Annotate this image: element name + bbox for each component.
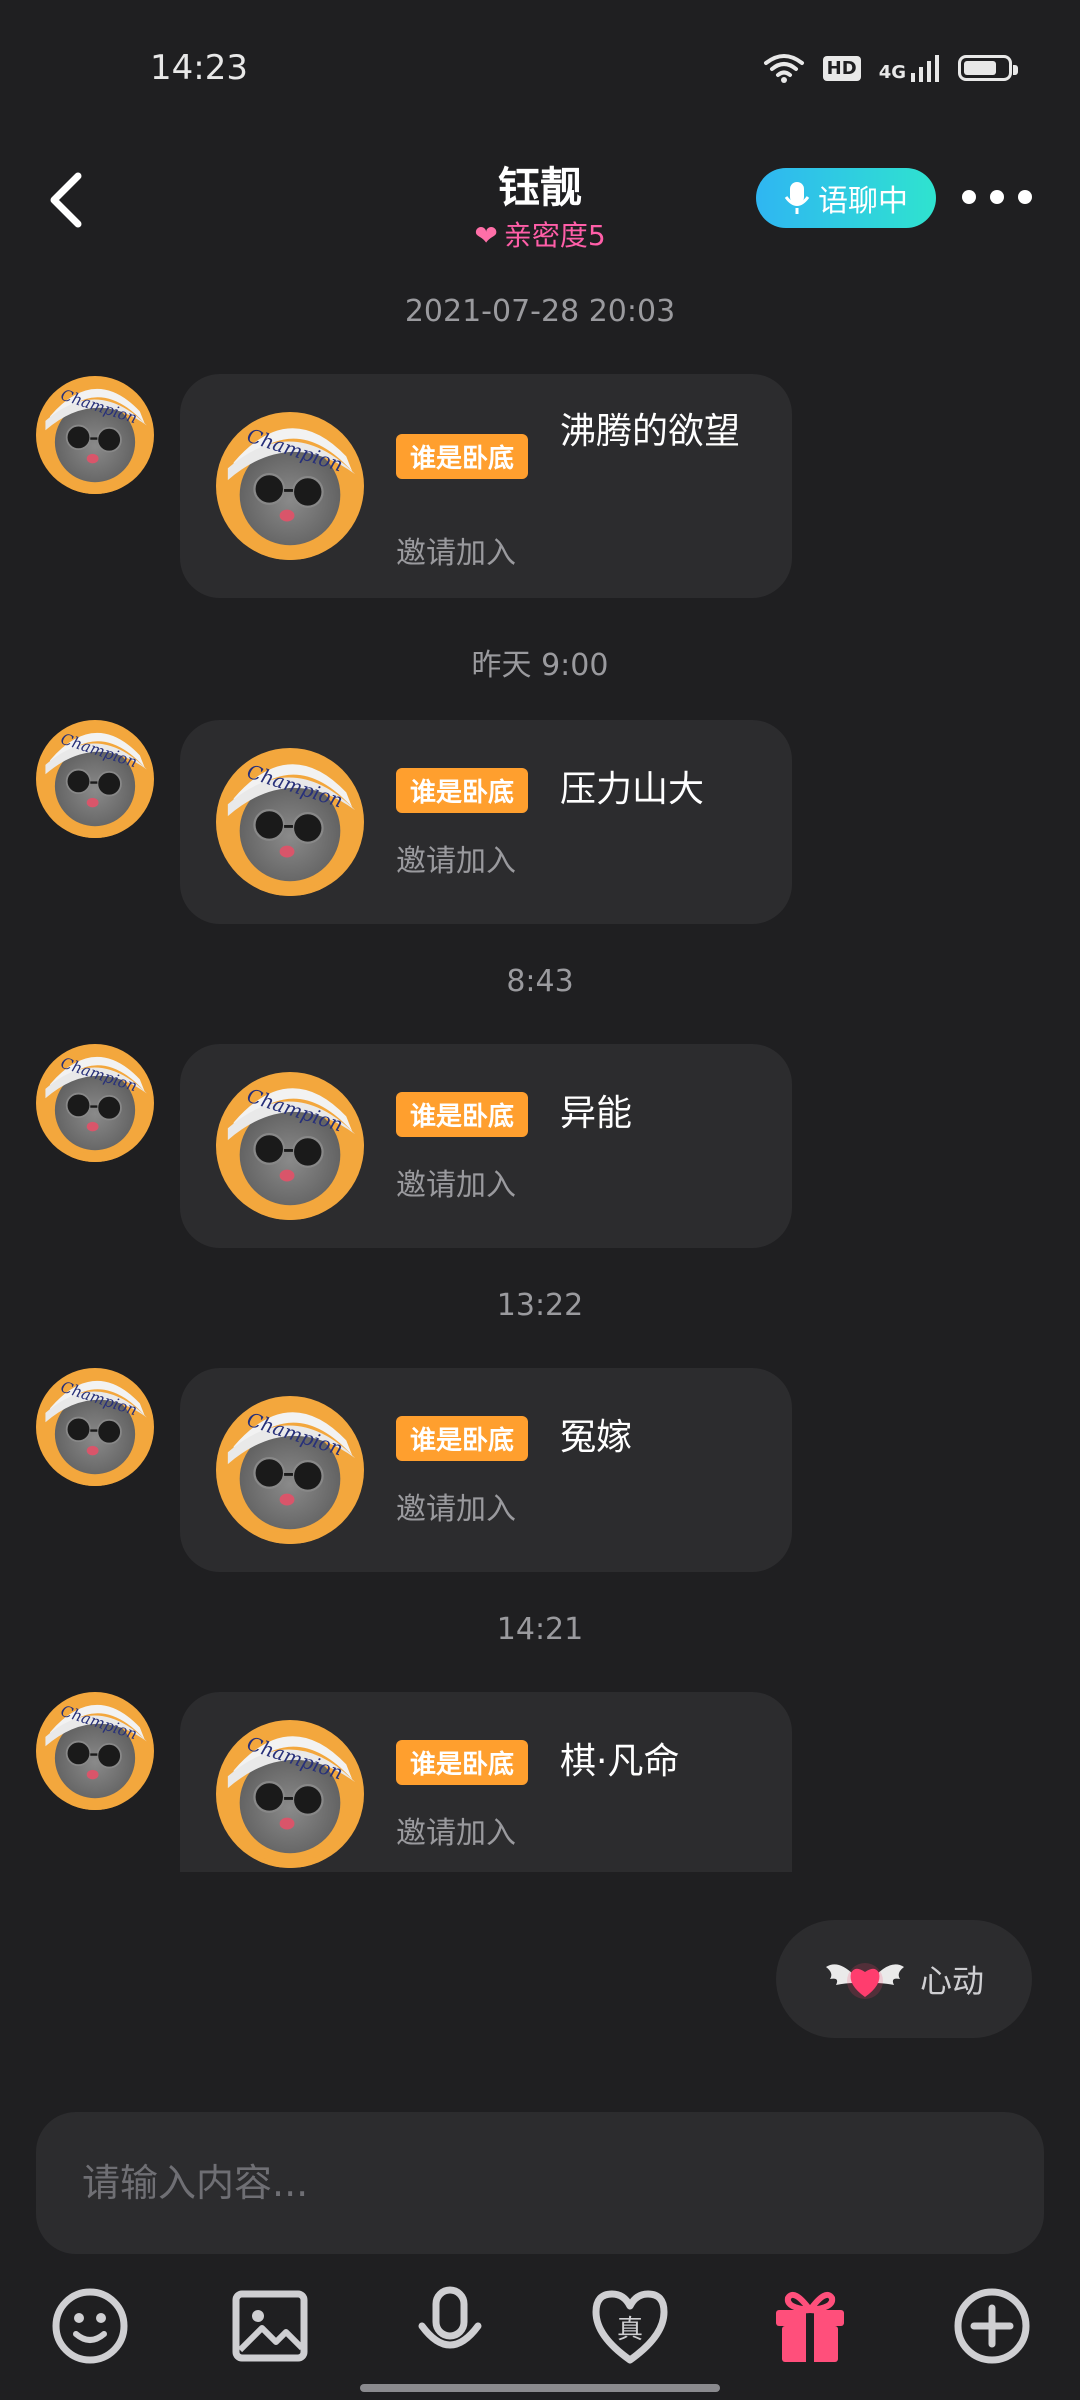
heartbeat-button[interactable]: 心动 (776, 1920, 1032, 2038)
plus-icon[interactable] (950, 2284, 1034, 2368)
more-dot (1018, 190, 1032, 204)
sender-avatar[interactable] (36, 1368, 154, 1486)
game-tag: 谁是卧底 (396, 1092, 529, 1137)
image-icon[interactable] (228, 2284, 312, 2368)
wifi-icon (763, 54, 804, 83)
chat-header: 钰靓 ❤ 亲密度5 语聊中 (0, 140, 1080, 280)
game-invite-card[interactable]: 谁是卧底 异能 邀请加入 (180, 1044, 792, 1248)
card-avatar (216, 748, 364, 896)
more-dot (990, 190, 1004, 204)
game-tag: 谁是卧底 (396, 768, 529, 813)
game-tag: 谁是卧底 (396, 1740, 529, 1785)
game-invite-card[interactable]: 谁是卧底 冤嫁 邀请加入 (180, 1368, 792, 1572)
more-dot (962, 190, 976, 204)
signal-icon: 4G (879, 53, 940, 83)
microphone-icon[interactable] (408, 2284, 492, 2368)
game-invite-card[interactable]: 谁是卧底 压力山大 邀请加入 (180, 720, 792, 924)
invite-text[interactable]: 邀请加入 (396, 836, 516, 880)
voice-chat-button[interactable]: 语聊中 (756, 168, 936, 228)
status-time: 14:23 (150, 48, 248, 88)
heartbeat-label: 心动 (919, 1962, 984, 2000)
hd-badge: HD (822, 55, 861, 81)
room-name: 棋·凡命 (560, 1741, 680, 1782)
emoji-icon[interactable] (48, 2284, 132, 2368)
message-timestamp: 昨天 9:00 (471, 648, 609, 683)
sender-avatar[interactable] (36, 1692, 154, 1810)
room-name: 异能 (560, 1093, 633, 1134)
message-timestamp: 2021-07-28 20:03 (404, 294, 676, 329)
invite-text[interactable]: 邀请加入 (396, 1484, 516, 1528)
microphone-icon (784, 182, 810, 214)
more-options-button[interactable] (962, 180, 1032, 214)
winged-heart-icon (825, 1963, 904, 1999)
status-bar: 14:23 HD 4G (0, 0, 1080, 140)
message-timestamp: 8:43 (506, 964, 574, 999)
room-name: 沸腾的欲望 (560, 411, 741, 452)
sender-avatar[interactable] (36, 376, 154, 494)
bottom-toolbar: 真 (0, 2270, 1080, 2380)
svg-text:真: 真 (617, 2315, 643, 2345)
gift-icon[interactable] (768, 2284, 852, 2368)
game-tag: 谁是卧底 (396, 1416, 529, 1461)
network-type: 4G (878, 62, 906, 83)
message-input[interactable] (36, 2112, 1044, 2254)
voice-chat-label: 语聊中 (818, 184, 908, 219)
heart-icon: ❤ (474, 219, 498, 252)
game-tag: 谁是卧底 (396, 434, 529, 479)
intimacy-label: 亲密度5 (503, 219, 606, 252)
home-indicator (360, 2384, 720, 2392)
room-name: 压力山大 (560, 769, 705, 810)
card-avatar (216, 1720, 364, 1868)
card-avatar (216, 1072, 364, 1220)
status-icons: HD 4G (763, 52, 1018, 84)
game-invite-card[interactable]: 谁是卧底 棋·凡命 邀请加入 (180, 1692, 792, 1872)
sender-avatar[interactable] (36, 720, 154, 838)
card-avatar (216, 412, 364, 560)
card-avatar (216, 1396, 364, 1544)
battery-icon (958, 55, 1018, 81)
message-timestamp: 13:22 (496, 1288, 584, 1323)
invite-text[interactable]: 邀请加入 (396, 1808, 516, 1852)
invite-text[interactable]: 邀请加入 (396, 528, 516, 572)
room-name: 冤嫁 (560, 1417, 633, 1458)
game-invite-card[interactable]: 谁是卧底 沸腾的欲望 邀请加入 (180, 374, 792, 598)
message-timestamp: 14:21 (496, 1612, 584, 1647)
heart-truth-icon[interactable]: 真 (588, 2284, 672, 2368)
sender-avatar[interactable] (36, 1044, 154, 1162)
invite-text[interactable]: 邀请加入 (396, 1160, 516, 1204)
